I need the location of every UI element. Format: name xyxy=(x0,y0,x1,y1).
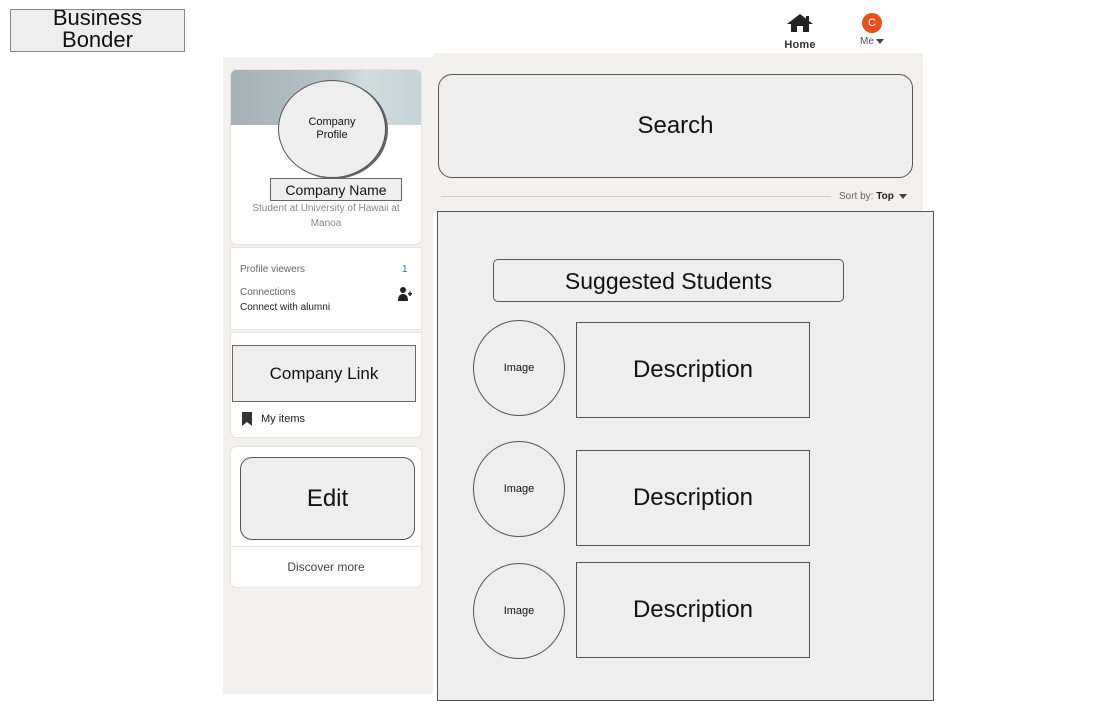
nav-home[interactable]: Home xyxy=(778,13,822,51)
sort-dropdown[interactable]: Sort by: Top xyxy=(839,191,907,202)
connections-sub[interactable]: Connect with alumni xyxy=(240,302,330,313)
sort-divider xyxy=(441,196,831,197)
brand-logo-box[interactable]: Business Bonder xyxy=(10,9,185,52)
edit-button[interactable]: Edit xyxy=(240,457,415,540)
search-input[interactable]: Search xyxy=(438,74,913,178)
student-image[interactable]: Image xyxy=(473,563,565,659)
student-image[interactable]: Image xyxy=(473,441,565,537)
suggested-students-title: Suggested Students xyxy=(493,259,844,302)
student-description[interactable]: Description xyxy=(576,450,810,546)
nav-home-label: Home xyxy=(784,39,816,51)
company-link-button[interactable]: Company Link xyxy=(232,345,416,402)
company-name[interactable]: Company Name xyxy=(270,178,402,201)
avatar: C xyxy=(862,13,882,33)
profile-subtitle: Student at University of Hawaii at Manoa xyxy=(252,203,400,229)
caret-down-icon xyxy=(898,193,907,199)
discover-more-link[interactable]: Discover more xyxy=(230,560,422,574)
add-person-icon[interactable] xyxy=(398,286,412,302)
bookmark-icon xyxy=(242,412,252,426)
profile-viewers-count[interactable]: 1 xyxy=(402,264,408,275)
profile-viewers-label[interactable]: Profile viewers xyxy=(240,264,305,275)
company-profile-line-2: Profile xyxy=(316,129,348,141)
brand-line-2: Bonder xyxy=(62,27,133,52)
sort-prefix: Sort by: xyxy=(839,191,874,202)
company-profile-image[interactable]: Company Profile xyxy=(278,80,386,178)
home-icon xyxy=(787,14,813,32)
sort-value: Top xyxy=(876,191,894,202)
nav-me[interactable]: C Me xyxy=(852,13,892,51)
company-profile-line-1: Company xyxy=(308,116,356,128)
student-description[interactable]: Description xyxy=(576,562,810,658)
connections-label[interactable]: Connections xyxy=(240,287,296,298)
caret-down-icon xyxy=(875,38,884,44)
student-image[interactable]: Image xyxy=(473,320,565,416)
my-items-link[interactable]: My items xyxy=(261,413,305,425)
student-description[interactable]: Description xyxy=(576,322,810,418)
divider xyxy=(231,546,421,547)
nav-me-label: Me xyxy=(860,36,874,47)
